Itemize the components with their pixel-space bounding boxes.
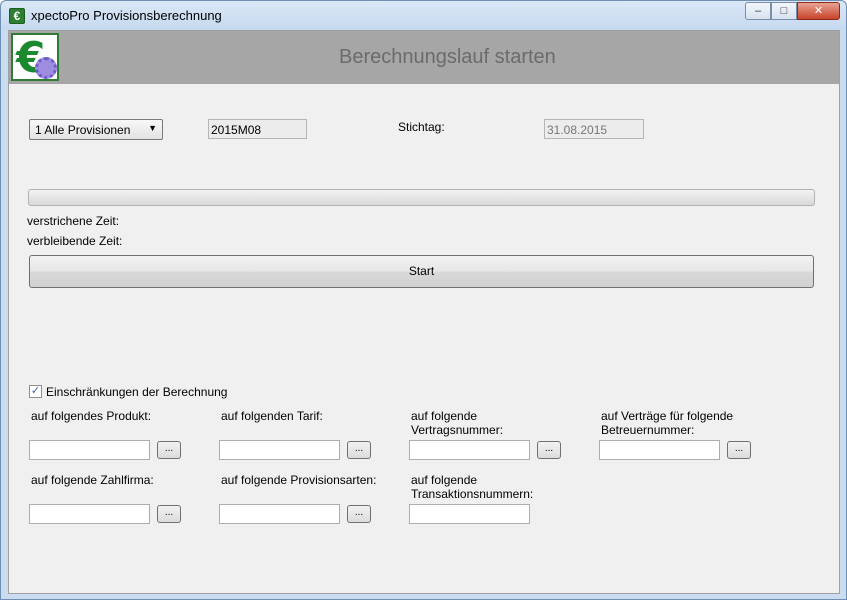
stichtag-label: Stichtag: [398,120,445,134]
provision-type-value: 1 Alle Provisionen [35,123,131,137]
vertragsnummer-browse-button[interactable]: ... [537,441,561,459]
produkt-label: auf folgendes Produkt: [31,409,152,423]
produkt-browse-button[interactable]: ... [157,441,181,459]
tarif-label: auf folgenden Tarif: [221,409,323,423]
client-area: € Berechnungslauf starten 1 Alle Provisi… [8,30,840,594]
zahlfirma-browse-button[interactable]: ... [157,505,181,523]
provision-type-select[interactable]: 1 Alle Provisionen ▼ [29,119,163,140]
chevron-down-icon: ▼ [148,123,157,133]
restrictions-checkbox[interactable]: ✓ [29,385,42,398]
logo: € [11,33,59,82]
page-title: Berechnungslauf starten [339,46,556,68]
app-window: € xpectoPro Provisionsberechnung – □ ✕ €… [0,0,847,600]
close-button[interactable]: ✕ [797,2,840,20]
euro-app-icon: € [9,8,25,24]
provisionsarten-label: auf folgende Provisionsarten: [221,473,377,487]
elapsed-time-label: verstrichene Zeit: [27,214,120,228]
window-controls: – □ ✕ [745,2,840,20]
header-banner: € Berechnungslauf starten [9,31,839,84]
vertragsnummer-input[interactable] [409,440,530,460]
produkt-input[interactable] [29,440,150,460]
zahlfirma-label: auf folgende Zahlfirma: [31,473,154,487]
window-title: xpectoPro Provisionsberechnung [31,8,222,23]
restrictions-checkbox-label: Einschränkungen der Berechnung [46,385,228,399]
period-field: 2015M08 [208,119,307,139]
betreuernummer-input[interactable] [599,440,720,460]
betreuernummer-label-line2: Betreuernummer: [601,423,695,437]
transaktionsnummern-label-line2: Transaktionsnummern: [411,487,534,501]
vertragsnummer-label-line2: Vertragsnummer: [411,423,504,437]
progress-bar [28,189,815,206]
maximize-button[interactable]: □ [771,2,797,20]
betreuernummer-label-line1: auf Verträge für folgende [601,409,734,423]
start-button[interactable]: Start [29,255,814,288]
title-bar[interactable]: € xpectoPro Provisionsberechnung – □ ✕ [1,1,846,30]
transaktionsnummern-label-line1: auf folgende [411,473,478,487]
betreuernummer-browse-button[interactable]: ... [727,441,751,459]
gear-icon [35,57,57,79]
provisionsarten-browse-button[interactable]: ... [347,505,371,523]
minimize-button[interactable]: – [745,2,771,20]
remaining-time-label: verbleibende Zeit: [27,234,123,248]
tarif-input[interactable] [219,440,340,460]
zahlfirma-input[interactable] [29,504,150,524]
vertragsnummer-label-line1: auf folgende [411,409,478,423]
provisionsarten-input[interactable] [219,504,340,524]
transaktionsnummern-input[interactable] [409,504,530,524]
tarif-browse-button[interactable]: ... [347,441,371,459]
stichtag-field: 31.08.2015 [544,119,644,139]
